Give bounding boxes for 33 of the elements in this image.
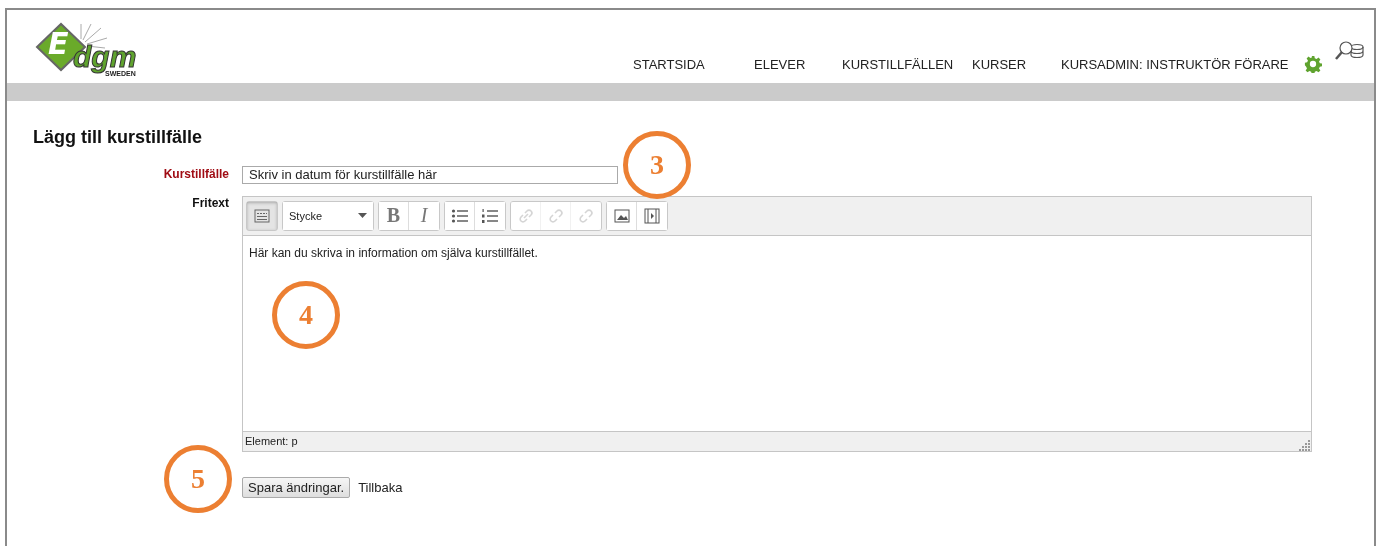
nav-link[interactable]: KURSER: [972, 57, 1027, 72]
link-icon: [578, 207, 594, 224]
field-label: Fritext: [191, 195, 230, 210]
page-heading: Lägg till kurstillfälle: [33, 127, 204, 148]
editor-text[interactable]: Här kan du skriva in information om själva kurstillfället.: [243, 235, 1311, 270]
callout-number: 4: [272, 280, 340, 349]
keyboard-icon: [254, 208, 270, 223]
back-link[interactable]: Tillbaka: [358, 479, 403, 495]
format-dropdown[interactable]: Stycke: [283, 201, 373, 230]
logo-wordmark: dgm: [73, 42, 137, 72]
caret-icon: [358, 213, 367, 218]
editor-path: Element: p: [245, 435, 298, 447]
settings-icon[interactable]: [1304, 55, 1322, 73]
logo-letter: E: [48, 28, 69, 60]
numbered-list-icon: [481, 207, 499, 224]
toolbar-toggle-button[interactable]: [247, 201, 277, 230]
image-button[interactable]: [607, 201, 637, 230]
nav-link[interactable]: KURSADMIN: INSTRUKTÖR FÖRARE: [1061, 57, 1289, 72]
nav-link[interactable]: KURSTILLFÄLLEN: [842, 57, 954, 72]
bullet-list-icon: [450, 207, 469, 224]
course-date-field[interactable]: Skriv in datum för kurstillfälle här: [242, 165, 618, 184]
nav-link[interactable]: ELEVER: [754, 57, 806, 72]
film-icon: [644, 207, 660, 224]
save-button[interactable]: Spara ändringar.: [242, 476, 351, 498]
bullets-button[interactable]: [445, 201, 475, 230]
field-label: Kurstillfälle: [162, 167, 230, 182]
image-icon: [613, 208, 630, 223]
callout-number: 3: [623, 131, 691, 199]
callout-number: 5: [164, 444, 232, 513]
resize-grip-icon[interactable]: [1298, 438, 1310, 451]
bold-button[interactable]: B: [379, 201, 409, 230]
nav-link[interactable]: STARTSIDA: [633, 57, 705, 72]
link-icon: [517, 207, 534, 224]
